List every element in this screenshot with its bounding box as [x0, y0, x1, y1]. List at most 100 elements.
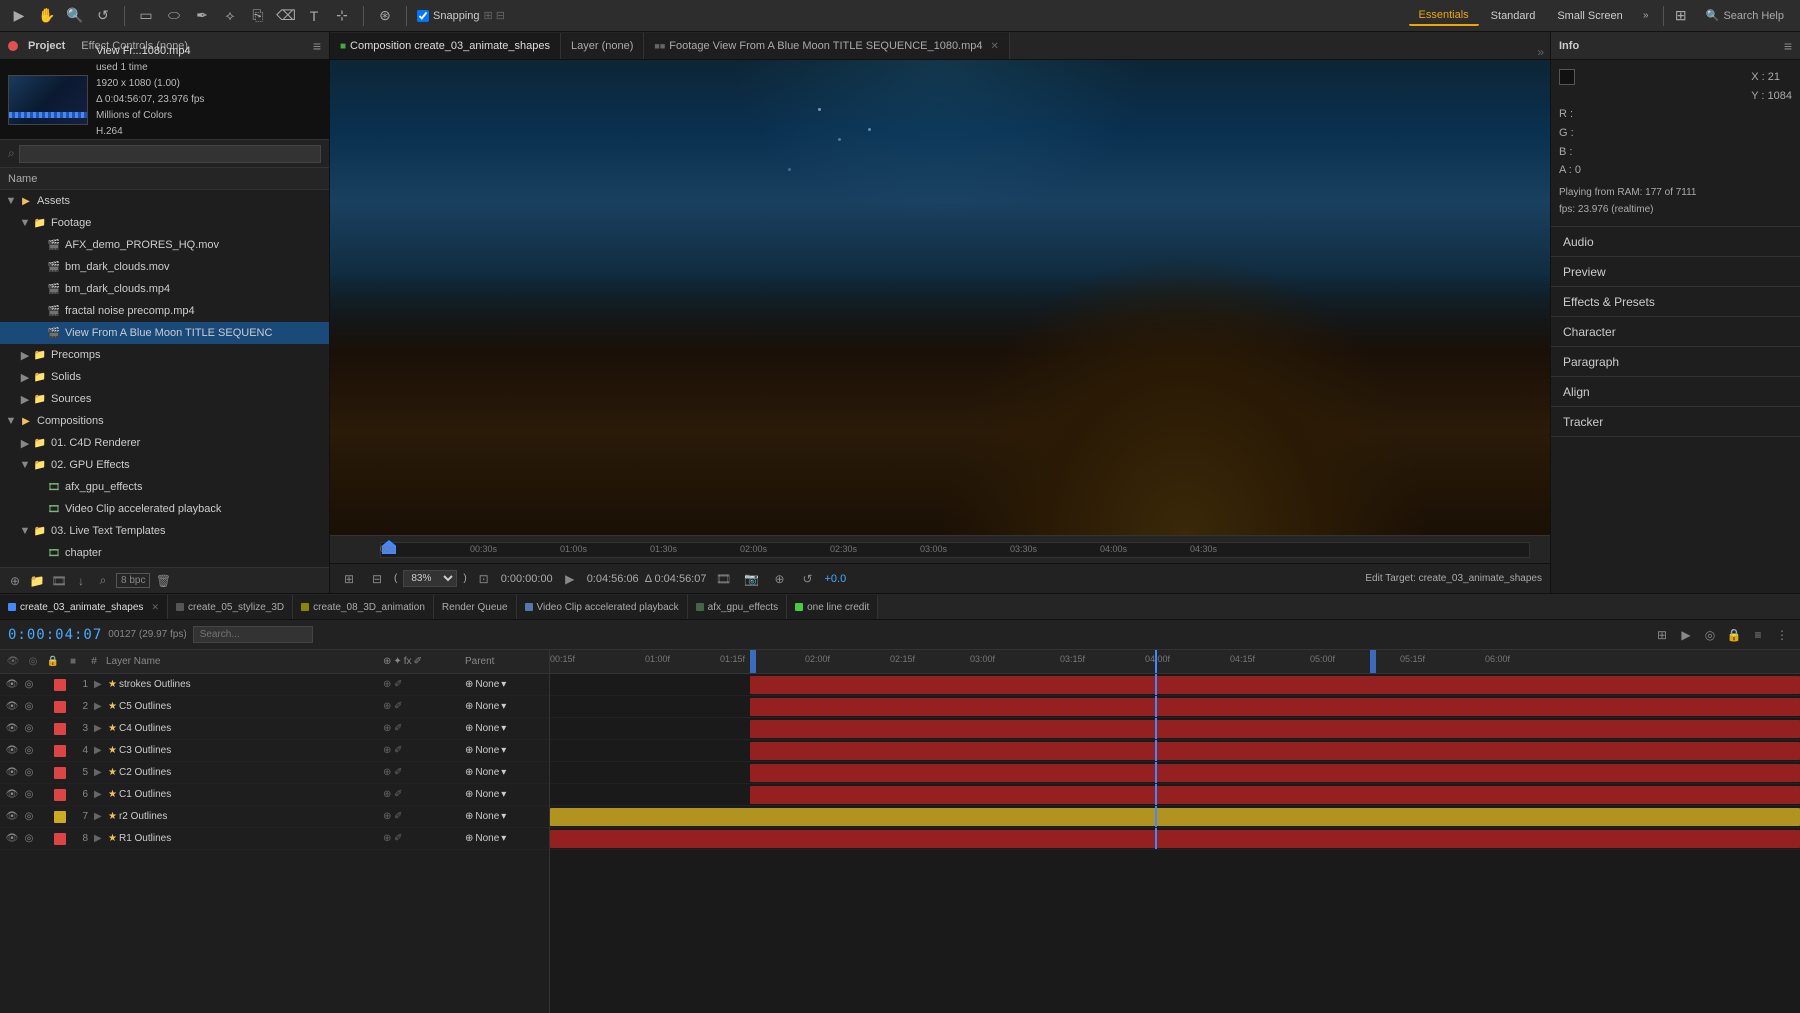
- tl-bar-5[interactable]: [750, 764, 1800, 782]
- tab-expand-icon[interactable]: »: [1531, 45, 1550, 59]
- tl-new-comp-icon[interactable]: ⊞: [1652, 625, 1672, 645]
- panel-close-dot[interactable]: [8, 41, 18, 51]
- layer-solo-5[interactable]: ◎: [22, 767, 36, 778]
- viewer-btn-cam[interactable]: 📷: [740, 568, 762, 590]
- tree-item-c4d[interactable]: ▶ 📁 01. C4D Renderer: [0, 432, 329, 454]
- comp-tab-4[interactable]: Video Clip accelerated playback: [517, 595, 688, 619]
- layer-row-4[interactable]: 👁 ◎ 4 ▶ ★ C3 Outlines ⊕ ✐ ⊕ None ▾: [0, 740, 549, 762]
- viewer-btn-grid[interactable]: ⊟: [366, 568, 388, 590]
- layer-expand-5[interactable]: ▶: [94, 767, 106, 778]
- settings-icon[interactable]: ⊞: [1670, 5, 1692, 27]
- layer-vis-6[interactable]: 👁: [4, 789, 20, 800]
- tl-lock-icon[interactable]: 🔒: [1724, 625, 1744, 645]
- type-tool-icon[interactable]: T: [303, 5, 325, 27]
- tl-track-5[interactable]: [550, 762, 1800, 784]
- delete-icon[interactable]: 🗑: [154, 572, 172, 590]
- tab-layer[interactable]: Layer (none): [561, 33, 644, 59]
- workspace-standard[interactable]: Standard: [1481, 7, 1546, 25]
- layer-vis-8[interactable]: 👁: [4, 833, 20, 844]
- layer-vis-5[interactable]: 👁: [4, 767, 20, 778]
- tree-item-bm1[interactable]: 🎬 bm_dark_clouds.mov: [0, 256, 329, 278]
- tl-bar-3[interactable]: [750, 720, 1800, 738]
- rp-align[interactable]: Align: [1551, 377, 1800, 407]
- work-area-start[interactable]: [750, 650, 756, 673]
- comp-tab-0[interactable]: create_03_animate_shapes ✕: [0, 595, 168, 619]
- layer-solo-6[interactable]: ◎: [22, 789, 36, 800]
- shape-pen-icon[interactable]: ✒: [191, 5, 213, 27]
- layer-parent-5[interactable]: ⊕ None ▾: [465, 767, 545, 778]
- tree-item-bm2[interactable]: 🎬 bm_dark_clouds.mp4: [0, 278, 329, 300]
- shape-ellipse-icon[interactable]: ⬭: [163, 5, 185, 27]
- layer-expand-6[interactable]: ▶: [94, 789, 106, 800]
- layer-row-2[interactable]: 👁 ◎ 2 ▶ ★ C5 Outlines ⊕ ✐ ⊕ None ▾: [0, 696, 549, 718]
- layer-solo-7[interactable]: ◎: [22, 811, 36, 822]
- layer-row-6[interactable]: 👁 ◎ 6 ▶ ★ C1 Outlines ⊕ ✐ ⊕ None ▾: [0, 784, 549, 806]
- tree-item-afx-gpu[interactable]: 🎞 afx_gpu_effects: [0, 476, 329, 498]
- panel-menu-icon[interactable]: ≡: [313, 38, 321, 54]
- tl-playhead[interactable]: [1155, 650, 1157, 673]
- tree-item-gpu[interactable]: ▼ 📁 02. GPU Effects: [0, 454, 329, 476]
- new-comp-icon[interactable]: 🎞: [50, 572, 68, 590]
- tl-bar-8[interactable]: [550, 830, 1800, 848]
- hand-tool-icon[interactable]: ✋: [36, 5, 58, 27]
- clone-icon[interactable]: ⎘: [247, 5, 269, 27]
- layer-expand-1[interactable]: ▶: [94, 679, 106, 690]
- cam-rotation-icon[interactable]: ⊛: [374, 5, 396, 27]
- rp-paragraph[interactable]: Paragraph: [1551, 347, 1800, 377]
- zoom-select[interactable]: 83% 50% 100%: [403, 570, 457, 587]
- layer-row-5[interactable]: 👁 ◎ 5 ▶ ★ C2 Outlines ⊕ ✐ ⊕ None ▾: [0, 762, 549, 784]
- layer-vis-1[interactable]: 👁: [4, 679, 20, 690]
- workspace-essentials[interactable]: Essentials: [1409, 6, 1479, 26]
- comp-tab-1[interactable]: create_05_stylize_3D: [168, 595, 293, 619]
- new-item-icon[interactable]: ⊕: [6, 572, 24, 590]
- tree-item-viewfrom[interactable]: 🎬 View From A Blue Moon TITLE SEQUENC: [0, 322, 329, 344]
- comp-tab-5[interactable]: afx_gpu_effects: [688, 595, 787, 619]
- tl-track-3[interactable]: [550, 718, 1800, 740]
- viewer-btn-rotate2[interactable]: ↺: [796, 568, 818, 590]
- rotate-tool-icon[interactable]: ↺: [92, 5, 114, 27]
- viewer-btn-snap[interactable]: ⊡: [473, 568, 495, 590]
- more-workspaces-icon[interactable]: »: [1635, 5, 1657, 27]
- file-tree[interactable]: ▼ ▶ Assets ▼ 📁 Footage 🎬 AFX_demo_PRORES…: [0, 190, 329, 567]
- layer-expand-4[interactable]: ▶: [94, 745, 106, 756]
- layer-row-1[interactable]: 👁 ◎ 1 ▶ ★ strokes Outlines ⊕ ✐ ⊕ None ▾: [0, 674, 549, 696]
- snapping-checkbox[interactable]: [417, 10, 429, 22]
- comp-tab-3[interactable]: Render Queue: [434, 595, 517, 619]
- eraser-icon[interactable]: ⌫: [275, 5, 297, 27]
- layer-expand-2[interactable]: ▶: [94, 701, 106, 712]
- shape-rect-icon[interactable]: ▭: [135, 5, 157, 27]
- layer-vis-3[interactable]: 👁: [4, 723, 20, 734]
- footage-timeline-ruler[interactable]: 00s 00:30s 01:00s 01:30s 02:00s 02:30s 0…: [330, 535, 1550, 563]
- tl-bar-1[interactable]: [750, 676, 1800, 694]
- rp-character[interactable]: Character: [1551, 317, 1800, 347]
- comp-tab-6[interactable]: one line credit: [787, 595, 878, 619]
- tl-track-7[interactable]: [550, 806, 1800, 828]
- tl-track-4[interactable]: [550, 740, 1800, 762]
- new-folder-icon[interactable]: 📁: [28, 572, 46, 590]
- zoom-tool-icon[interactable]: 🔍: [64, 5, 86, 27]
- rp-preview[interactable]: Preview: [1551, 257, 1800, 287]
- tl-bar-2[interactable]: [750, 698, 1800, 716]
- tree-item-chapter[interactable]: 🎞 chapter: [0, 542, 329, 564]
- tl-more-icon[interactable]: ⋮: [1772, 625, 1792, 645]
- tree-item-compositions[interactable]: ▼ ▶ Compositions: [0, 410, 329, 432]
- tl-track-1[interactable]: [550, 674, 1800, 696]
- layer-parent-2[interactable]: ⊕ None ▾: [465, 701, 545, 712]
- layer-parent-7[interactable]: ⊕ None ▾: [465, 811, 545, 822]
- tl-track-8[interactable]: [550, 828, 1800, 850]
- tl-bar-6[interactable]: [750, 786, 1800, 804]
- timeline-tracks[interactable]: 00:15f 01:00f 01:15f 02:00f 02:15f 03:00…: [550, 650, 1800, 1013]
- layer-solo-8[interactable]: ◎: [22, 833, 36, 844]
- layer-solo-1[interactable]: ◎: [22, 679, 36, 690]
- tree-item-sources[interactable]: ▶ 📁 Sources: [0, 388, 329, 410]
- layer-vis-4[interactable]: 👁: [4, 745, 20, 756]
- tree-item-assets[interactable]: ▼ ▶ Assets: [0, 190, 329, 212]
- tl-preview-icon[interactable]: ▶: [1676, 625, 1696, 645]
- puppet-icon[interactable]: ⊹: [331, 5, 353, 27]
- import-icon[interactable]: ↓: [72, 572, 90, 590]
- layer-vis-7[interactable]: 👁: [4, 811, 20, 822]
- search2-icon[interactable]: ⌕: [94, 572, 112, 590]
- layer-solo-2[interactable]: ◎: [22, 701, 36, 712]
- tl-track-6[interactable]: [550, 784, 1800, 806]
- workspace-small-screen[interactable]: Small Screen: [1547, 7, 1632, 25]
